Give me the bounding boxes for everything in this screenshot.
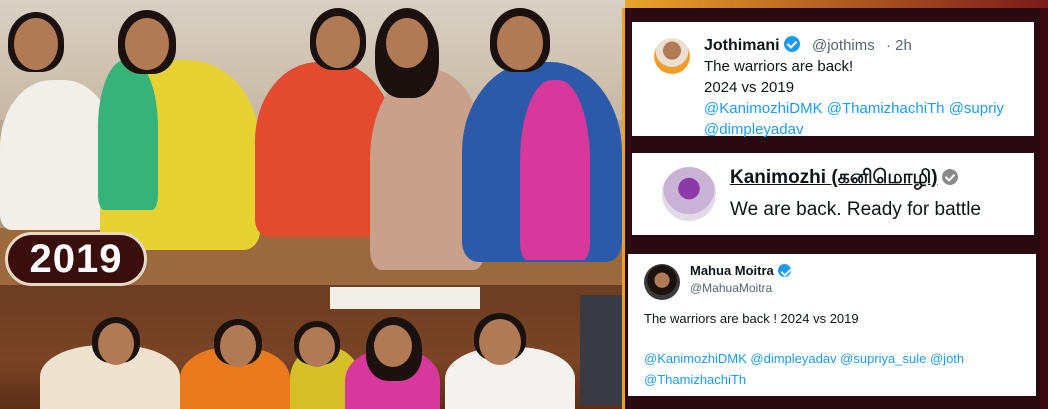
author-name[interactable]: Mahua Moitra [690, 263, 791, 278]
verified-badge-icon [783, 36, 800, 52]
tweet-mentions-line-2[interactable]: @dimpleyadav [704, 121, 803, 138]
tweet-text-line-1: The warriors are back! [704, 58, 854, 75]
verified-badge-icon [941, 169, 958, 185]
tweet-mentions-line-1[interactable]: @KanimozhiDMK @dimpleyadav @supriya_sule… [644, 351, 964, 366]
tweet-jothimani[interactable]: Jothimani @jothims · 2h The warriors are… [632, 22, 1034, 138]
avatar[interactable] [662, 167, 716, 221]
tweet-mahua-moitra[interactable]: Mahua Moitra @MahuaMoitra The warriors a… [628, 254, 1036, 396]
tweet-mentions-line-2[interactable]: @ThamizhachiTh [644, 372, 746, 387]
tweet-text-line-2: 2024 vs 2019 [704, 79, 795, 96]
author-handle[interactable]: @jothims [812, 37, 875, 54]
tweet-time: · 2h [886, 37, 912, 54]
tweet-text: The warriors are back ! 2024 vs 2019 [644, 311, 859, 326]
avatar[interactable] [654, 38, 690, 74]
tweet-mentions-line-1[interactable]: @KanimozhiDMK @ThamizhachiTh @supriy [704, 100, 1004, 117]
tweet-kanimozhi[interactable]: Kanimozhi (கனிமொழி) We are back. Ready f… [632, 153, 1034, 235]
avatar[interactable] [644, 264, 680, 300]
tweet-text: We are back. Ready for battle [730, 199, 981, 220]
author-handle[interactable]: @MahuaMoitra [690, 281, 772, 295]
author-name[interactable]: Jothimani [704, 36, 800, 55]
verified-badge-icon [777, 264, 791, 277]
year-badge: 2019 [5, 232, 147, 286]
author-name[interactable]: Kanimozhi (கனிமொழி) [730, 167, 958, 191]
group-photo-2019 [0, 285, 625, 409]
